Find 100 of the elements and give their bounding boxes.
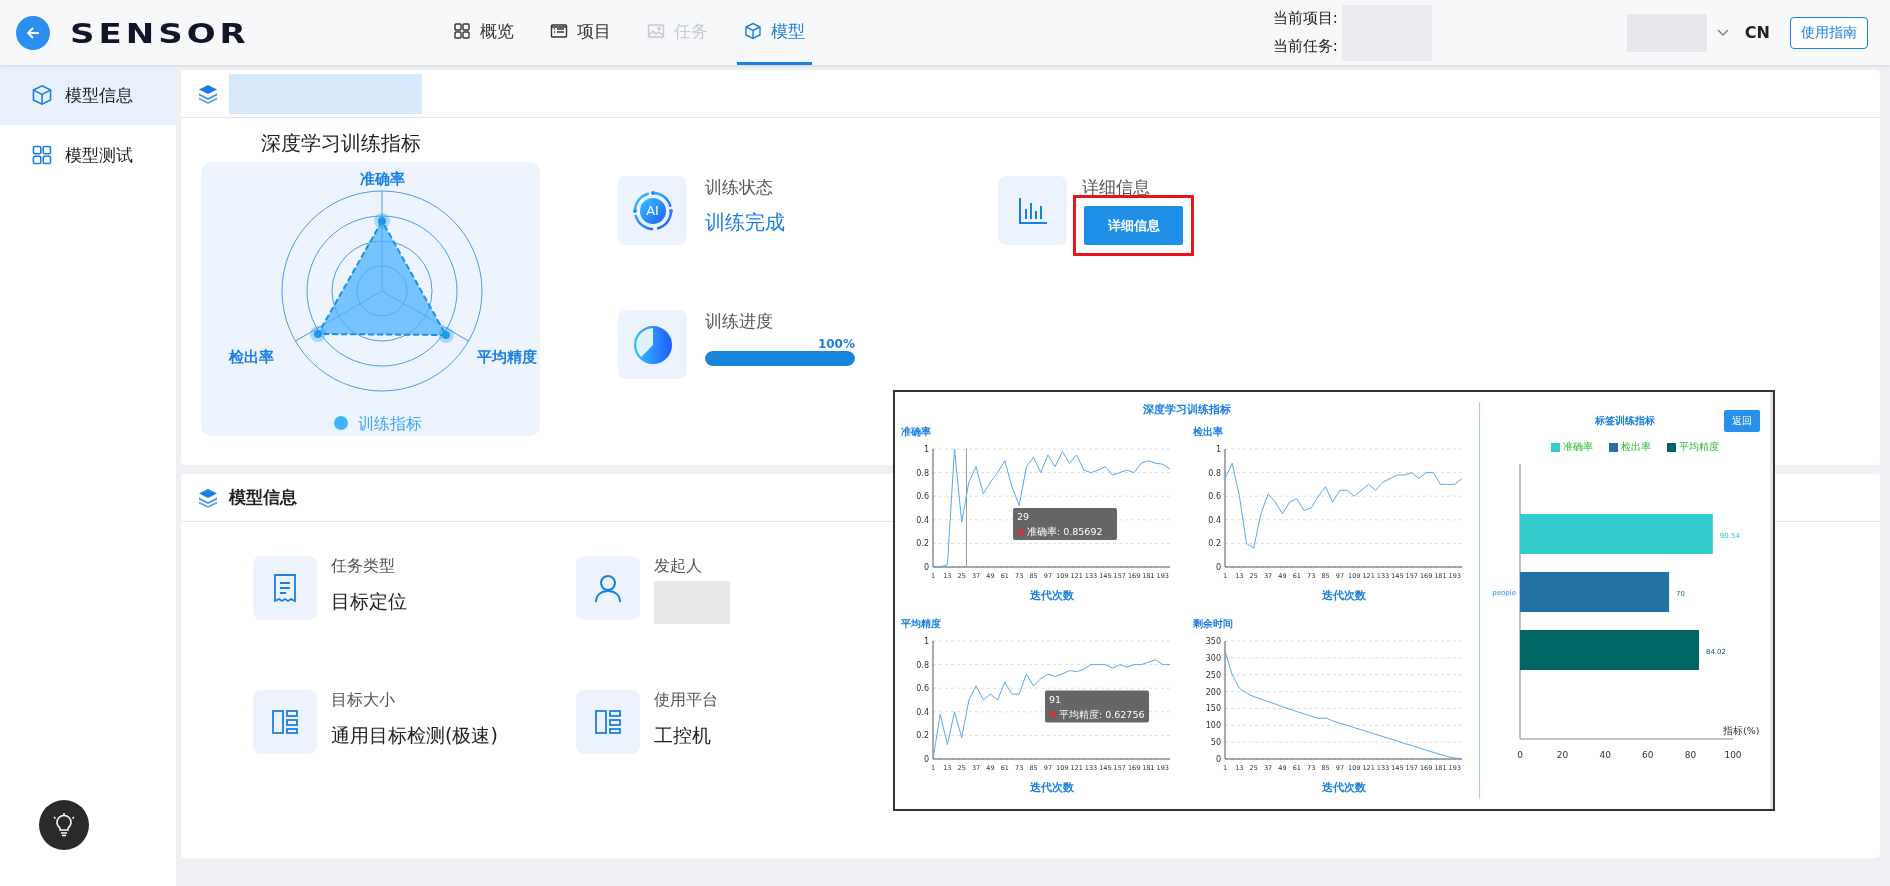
axis-title: 指标(%) (1723, 725, 1760, 736)
legend-label: 准确率 (1563, 440, 1593, 454)
grid-icon (31, 144, 53, 166)
tick-label: 20 (1556, 750, 1569, 760)
tick-label: 0 (1215, 563, 1221, 572)
tick-label: 0 (923, 563, 929, 572)
bar-chart-icon (1017, 196, 1048, 225)
chart-title: 剩余时间 (1193, 618, 1233, 629)
panel-title: 深度学习训练指标 (1142, 402, 1232, 418)
tick-label: 0 (1517, 750, 1523, 760)
series-dot-icon (1018, 529, 1024, 535)
axis-title: 迭代次数 (1321, 781, 1366, 794)
tick-label: 200 (1205, 687, 1221, 697)
tick-label: 0.8 (916, 468, 929, 478)
chart-title: 检出率 (1193, 426, 1223, 437)
tick-label: 0.4 (916, 707, 929, 717)
tick-label: 0.6 (916, 684, 929, 694)
field-label: 任务类型 (331, 556, 396, 577)
field-label: 使用平台 (654, 690, 718, 711)
axis-title: 迭代次数 (1029, 589, 1074, 602)
tick-label: 0.2 (1208, 539, 1221, 549)
icon-label: AI (645, 201, 660, 220)
tooltip-text: 平均精度: 0.62756 (1059, 708, 1145, 720)
current-project-label: 当前项目: (1272, 9, 1338, 28)
document-icon (271, 573, 299, 603)
image-icon (647, 22, 665, 40)
legend-label: 训练指标 (358, 414, 422, 433)
tick-label: 0.2 (916, 731, 929, 741)
tooltip-text: 准确率: 0.85692 (1027, 526, 1103, 537)
axis-title: 迭代次数 (1029, 781, 1074, 794)
progress-label: 训练进度 (705, 310, 774, 333)
sidebar-item[interactable]: 模型测试 (0, 125, 176, 185)
tick-label: 0.2 (916, 539, 929, 549)
list-icon (550, 22, 568, 40)
chart-title: 平均精度 (901, 618, 941, 629)
tips-button[interactable] (39, 800, 89, 850)
details-button[interactable]: 详细信息 (1084, 206, 1183, 245)
current-task-label: 当前任务: (1272, 37, 1338, 56)
tick-label: 0.6 (1208, 492, 1221, 502)
lightbulb-icon (51, 812, 77, 838)
caret-icon (1716, 28, 1729, 37)
field-value: 目标定位 (331, 589, 407, 614)
tick-label: 40 (1599, 750, 1611, 760)
tick-label: 1 (923, 637, 929, 646)
legend-label: 检出率 (1621, 440, 1651, 454)
progress-reading: 100% (817, 337, 855, 351)
tick-label: 0.6 (916, 492, 929, 502)
axis-label: 准确率 (359, 170, 405, 188)
guide-button[interactable]: 使用指南 (1790, 16, 1868, 49)
tick-label: 0.4 (916, 515, 929, 525)
chart-title: 深度学习训练指标 (260, 130, 421, 157)
tick-label: 50 (1210, 738, 1221, 748)
tick-label: 100 (1724, 750, 1742, 760)
layout-icon (594, 708, 622, 736)
field-value: 工控机 (654, 723, 712, 748)
tick-label: 0.8 (916, 660, 929, 670)
nav-tab[interactable]: 项目 (543, 0, 618, 65)
chart-title: 标签训练指标 (1595, 414, 1655, 428)
chart-title: 准确率 (901, 426, 931, 437)
axis-label: 平均精度 (477, 348, 537, 366)
tick-label: 300 (1205, 653, 1221, 663)
back-button[interactable]: 返回 (1724, 410, 1760, 432)
axis-label: 检出率 (228, 348, 274, 366)
card-title: 模型信息 (229, 486, 297, 509)
nav-tab[interactable]: 概览 (446, 0, 521, 65)
tick-label: 250 (1205, 670, 1221, 680)
nav-tab[interactable]: 模型 (737, 0, 812, 65)
tick-label: 60 (1642, 750, 1654, 760)
ring-icon (631, 189, 674, 232)
tick-label: 0.4 (1208, 515, 1221, 525)
tick-label: 0 (923, 755, 929, 764)
cube-icon (744, 22, 762, 40)
layers-icon (197, 486, 219, 509)
cube-icon (31, 84, 53, 106)
tooltip-title: 91 (1049, 693, 1062, 705)
field-label: 目标大小 (331, 690, 396, 711)
status-label: 训练状态 (705, 176, 774, 199)
field-label: 发起人 (654, 556, 703, 577)
arrow-left-icon (26, 25, 40, 40)
field-value: 通用目标检测(极速) (331, 723, 498, 748)
axis-title: 迭代次数 (1321, 589, 1366, 602)
tick-label: 100 (1205, 721, 1221, 731)
tick-label: 0 (1215, 755, 1221, 764)
tooltip-title: 29 (1017, 511, 1030, 522)
grid-icon (453, 22, 471, 40)
back-button[interactable] (16, 15, 50, 50)
tick-label: 1 (1215, 445, 1221, 454)
series-dot-icon (1050, 711, 1056, 718)
language-label: CN (1744, 23, 1770, 42)
layers-icon (197, 82, 219, 105)
tick-label: 350 (1205, 637, 1221, 646)
logo: SENSOR (70, 16, 250, 49)
legend-dot-icon (334, 416, 348, 430)
person-icon (594, 573, 622, 603)
sidebar-item[interactable]: 模型信息 (0, 65, 176, 125)
tick-label: 80 (1684, 750, 1697, 760)
status-value: 训练完成 (705, 209, 786, 236)
legend-label: 平均精度 (1679, 440, 1719, 454)
tick-label: 150 (1205, 704, 1221, 714)
layout-icon (271, 708, 299, 736)
